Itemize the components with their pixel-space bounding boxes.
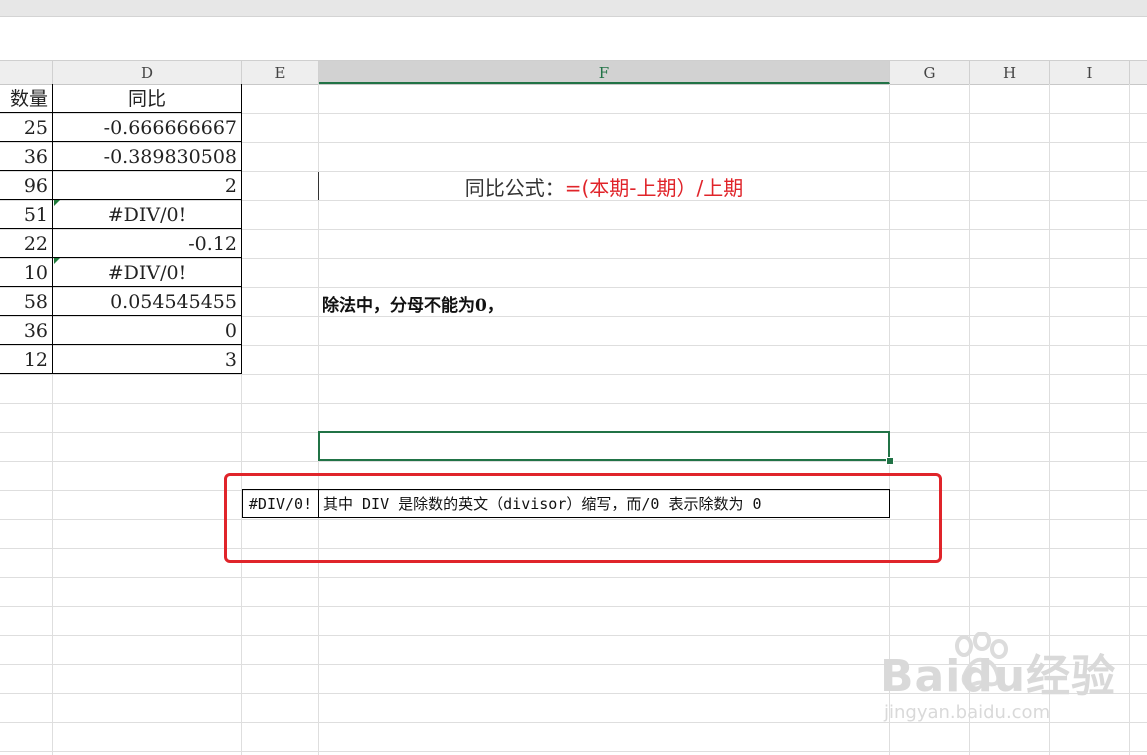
error-value-cell[interactable]: #DIV/0! [53,258,242,287]
header-cell-quantity[interactable]: 数量 [0,84,53,113]
quantity-cell[interactable]: 12 [0,345,53,374]
active-cell[interactable] [318,431,890,461]
yoy-value-cell[interactable]: 0.054545455 [53,287,242,316]
column-header-f[interactable]: F [319,61,890,84]
yoy-value-cell[interactable]: -0.666666667 [53,113,242,142]
fill-handle[interactable] [886,457,894,465]
column-headers: D E F G H I [0,60,1147,85]
column-header-c[interactable] [0,61,53,84]
yoy-value-cell[interactable]: 0 [53,316,242,345]
ribbon-strip [0,0,1147,17]
division-note[interactable]: 除法中，分母不能为0， [322,291,504,316]
yoy-value-cell[interactable]: 3 [53,345,242,374]
header-cell-yoy[interactable]: 同比 [53,84,242,113]
yoy-formula-text[interactable]: 同比公式：=(本期-上期）/上期 [319,172,889,201]
column-header-g[interactable]: G [890,61,970,84]
watermark-url: jingyan.baidu.com [884,702,1051,723]
error-value-cell[interactable]: #DIV/0! [53,200,242,229]
quantity-cell[interactable]: 36 [0,316,53,345]
quantity-cell[interactable]: 36 [0,142,53,171]
column-header-h[interactable]: H [970,61,1050,84]
highlight-frame [224,473,942,563]
quantity-cell[interactable]: 51 [0,200,53,229]
formula-expression: =(本期-上期）/上期 [564,176,744,200]
yoy-value-cell[interactable]: 2 [53,171,242,200]
column-header-e[interactable]: E [242,61,319,84]
quantity-cell[interactable]: 96 [0,171,53,200]
quantity-cell[interactable]: 58 [0,287,53,316]
formula-label: 同比公式： [464,176,565,200]
watermark-brand: Baidu经验 [880,651,1117,702]
error-indicator-icon[interactable] [54,200,60,206]
quantity-cell[interactable]: 22 [0,229,53,258]
quantity-cell[interactable]: 10 [0,258,53,287]
yoy-value-cell[interactable]: -0.389830508 [53,142,242,171]
yoy-value-cell[interactable]: -0.12 [53,229,242,258]
error-indicator-icon[interactable] [54,258,60,264]
column-header-i[interactable]: I [1050,61,1130,84]
baidu-watermark: Baidu经验 jingyan.baidu.com [880,640,1117,723]
text-cursor [318,172,319,200]
column-header-d[interactable]: D [53,61,242,84]
quantity-cell[interactable]: 25 [0,113,53,142]
formula-bar[interactable] [0,17,1147,47]
